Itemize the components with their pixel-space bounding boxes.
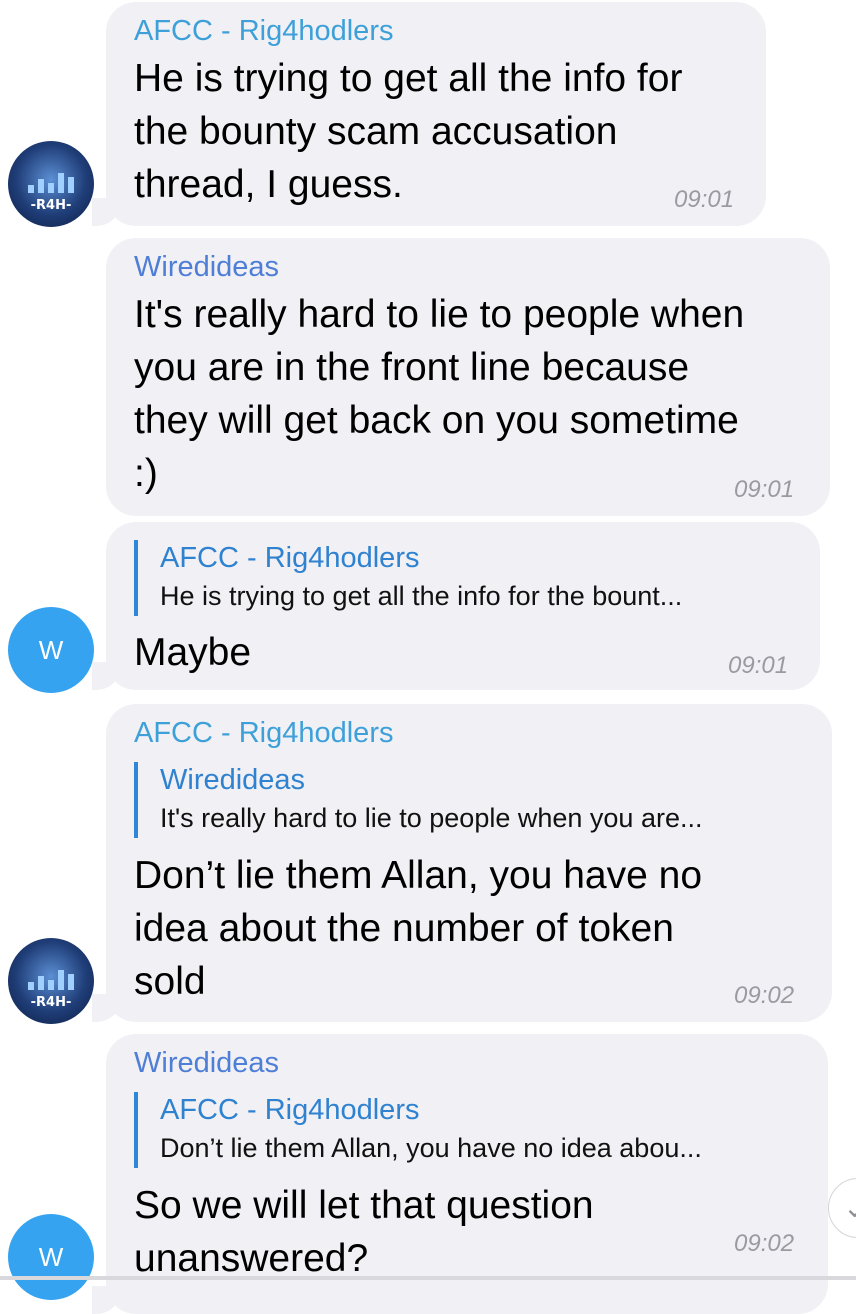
reply-preview: Don’t lie them Allan, you have no idea a…: [160, 1133, 702, 1163]
avatar-badge: -R4H-: [30, 198, 72, 213]
reply-sender: Wiredideas: [160, 764, 306, 796]
message-text: Maybe: [134, 631, 252, 674]
message-bubble[interactable]: Wiredideas AFCC - Rig4hodlers Don’t lie …: [70, 1034, 828, 1314]
avatar[interactable]: W: [8, 607, 94, 693]
message-time: 09:01: [674, 186, 735, 213]
avatar[interactable]: -R4H-: [8, 141, 94, 227]
message-bubble[interactable]: AFCC - Rig4hodlers Wiredideas It's reall…: [70, 704, 832, 1022]
reply-preview: It's really hard to lie to people when y…: [160, 803, 703, 833]
reply-sender: AFCC - Rig4hodlers: [160, 1094, 420, 1126]
message-bubble[interactable]: AFCC - Rig4hodlers He is trying to get a…: [70, 2, 766, 226]
message-text: He is trying to get all the info for the…: [134, 57, 683, 206]
message-time: 09:02: [734, 982, 795, 1009]
avatar-badge: -R4H-: [30, 995, 72, 1010]
scroll-down-button[interactable]: ⌄: [828, 1178, 856, 1238]
reply-quote[interactable]: AFCC - Rig4hodlers Don’t lie them Allan,…: [134, 1092, 702, 1168]
sender-name[interactable]: AFCC - Rig4hodlers: [134, 716, 393, 750]
avatar[interactable]: -R4H-: [8, 938, 94, 1024]
sender-name[interactable]: Wiredideas: [134, 1046, 279, 1080]
reply-quote[interactable]: AFCC - Rig4hodlers He is trying to get a…: [134, 540, 682, 616]
message-time: 09:01: [734, 476, 795, 503]
divider: [0, 1276, 856, 1280]
reply-preview: He is trying to get all the info for the…: [160, 581, 683, 611]
message-bubble[interactable]: Wiredideas It's really hard to lie to pe…: [106, 238, 830, 516]
chart-icon: [28, 966, 76, 990]
reply-quote[interactable]: Wiredideas It's really hard to lie to pe…: [134, 762, 702, 838]
chevron-down-icon: ⌄: [843, 1192, 856, 1223]
message-time: 09:02: [734, 1230, 795, 1257]
reply-sender: AFCC - Rig4hodlers: [160, 542, 420, 574]
chart-icon: [28, 169, 76, 193]
message-time: 09:01: [728, 652, 789, 679]
message-text: It's really hard to lie to people when y…: [134, 293, 745, 495]
message-bubble[interactable]: AFCC - Rig4hodlers He is trying to get a…: [70, 522, 820, 690]
message-text: So we will let that question unanswered?: [134, 1184, 594, 1280]
sender-name[interactable]: Wiredideas: [134, 250, 279, 284]
avatar[interactable]: W: [8, 1214, 94, 1300]
message-text: Don’t lie them Allan, you have no idea a…: [134, 854, 703, 1003]
sender-name[interactable]: AFCC - Rig4hodlers: [134, 14, 393, 48]
